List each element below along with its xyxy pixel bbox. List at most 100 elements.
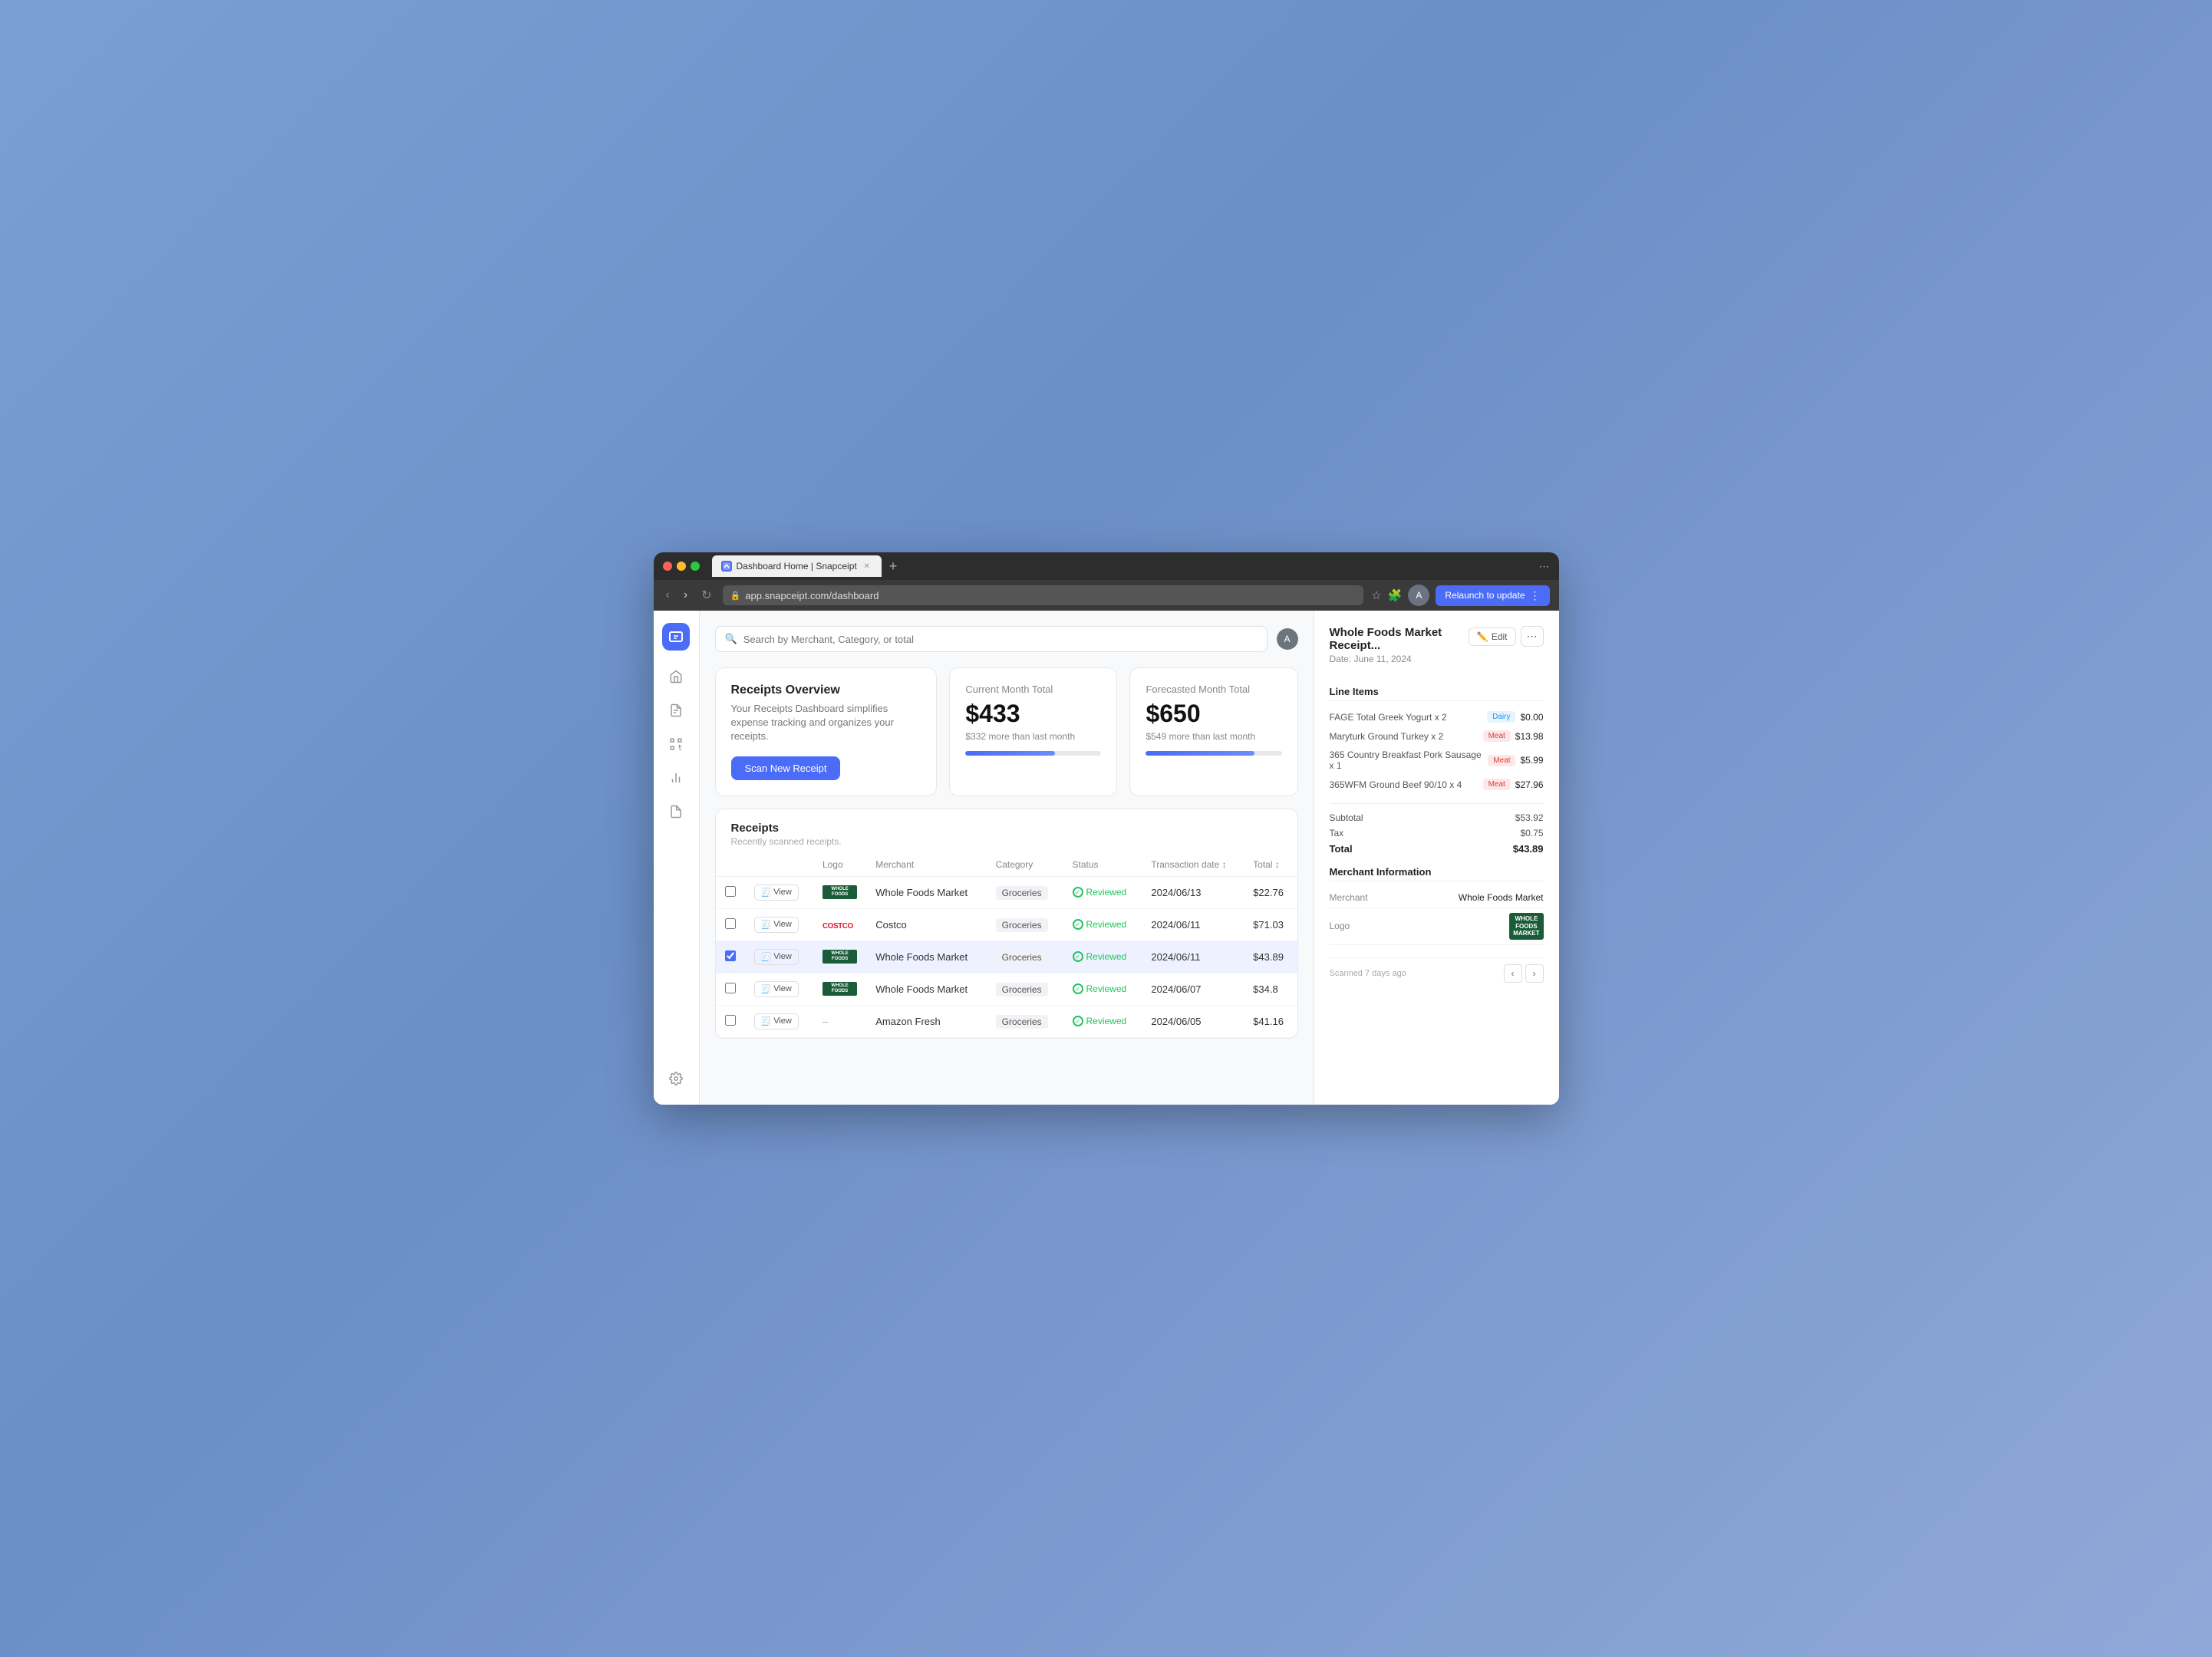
row-checkbox[interactable] [725, 950, 736, 961]
refresh-button[interactable]: ↻ [698, 586, 714, 604]
forecasted-month-sub: $549 more than last month [1146, 731, 1281, 742]
table-row: 🧾 View – Amazon Fresh Groceries ✓ Review… [716, 1005, 1297, 1037]
row-status-cell: ✓ Reviewed [1063, 908, 1142, 941]
row-date-cell: 2024/06/11 [1142, 908, 1244, 941]
line-item-tag: Meat [1483, 730, 1511, 742]
row-checkbox-cell[interactable] [716, 876, 745, 908]
back-button[interactable]: ‹ [663, 587, 673, 604]
row-logo-cell: – [813, 1005, 866, 1037]
row-checkbox[interactable] [725, 918, 736, 929]
address-input-bar[interactable]: 🔒 app.snapceipt.com/dashboard [723, 585, 1364, 605]
row-checkbox-cell[interactable] [716, 941, 745, 973]
category-badge: Groceries [996, 918, 1048, 932]
view-button[interactable]: 🧾 View [754, 917, 799, 933]
more-options-button[interactable]: ⋯ [1521, 626, 1544, 647]
col-status: Status [1063, 853, 1142, 877]
minimize-window-button[interactable] [677, 562, 686, 571]
tab-close-button[interactable]: ✕ [862, 561, 872, 572]
row-view-cell[interactable]: 🧾 View [745, 1005, 813, 1037]
row-view-cell[interactable]: 🧾 View [745, 973, 813, 1005]
status-icon: ✓ [1073, 1016, 1083, 1026]
view-button[interactable]: 🧾 View [754, 949, 799, 965]
no-logo: – [822, 1016, 828, 1027]
line-item-tag: Meat [1488, 755, 1515, 766]
user-avatar[interactable]: A [1277, 628, 1298, 650]
row-checkbox-cell[interactable] [716, 1005, 745, 1037]
receipt-panel-date: Date: June 11, 2024 [1330, 654, 1469, 664]
row-view-cell[interactable]: 🧾 View [745, 876, 813, 908]
subtotal-row: Subtotal $53.92 [1330, 810, 1544, 825]
receipt-icon: 🧾 [761, 888, 772, 898]
merchant-value: Whole Foods Market [1459, 892, 1544, 903]
lock-icon: 🔒 [730, 591, 741, 601]
forecasted-month-label: Forecasted Month Total [1146, 684, 1281, 695]
new-tab-button[interactable]: + [885, 558, 902, 575]
relaunch-button[interactable]: Relaunch to update ⋮ [1436, 585, 1549, 606]
close-window-button[interactable] [663, 562, 672, 571]
scan-new-receipt-button[interactable]: Scan New Receipt [731, 756, 841, 780]
row-merchant-cell: Whole Foods Market [866, 941, 986, 973]
view-button[interactable]: 🧾 View [754, 1013, 799, 1029]
status-reviewed: ✓ Reviewed [1073, 983, 1133, 994]
row-checkbox-cell[interactable] [716, 908, 745, 941]
edit-button[interactable]: ✏️ Edit [1469, 628, 1516, 646]
line-item-price: $5.99 [1520, 755, 1543, 766]
line-item-name: Maryturk Ground Turkey x 2 [1330, 731, 1479, 742]
status-icon: ✓ [1073, 919, 1083, 930]
row-checkbox[interactable] [725, 983, 736, 993]
line-item-tag: Meat [1483, 779, 1511, 790]
receipts-section: Receipts Recently scanned receipts. Logo… [715, 809, 1298, 1039]
merchant-logo-image: WHOLEFOODSMARKET [1509, 913, 1543, 940]
row-logo-cell: COSTCO [813, 908, 866, 941]
forward-button[interactable]: › [681, 587, 691, 604]
status-icon: ✓ [1073, 983, 1083, 994]
sidebar-logo[interactable] [662, 623, 690, 651]
maximize-window-button[interactable] [691, 562, 700, 571]
row-view-cell[interactable]: 🧾 View [745, 908, 813, 941]
row-total-cell: $34.8 [1244, 973, 1297, 1005]
total-value: $43.89 [1513, 843, 1544, 855]
extensions-icon[interactable]: 🧩 [1388, 588, 1403, 602]
table-header-row: Logo Merchant Category Status Transactio… [716, 853, 1297, 877]
sidebar-item-receipts[interactable] [662, 697, 690, 724]
cards-row: Receipts Overview Your Receipts Dashboar… [715, 667, 1298, 796]
panel-footer: Scanned 7 days ago ‹ › [1330, 957, 1544, 983]
search-input[interactable] [743, 634, 1258, 645]
sidebar-item-home[interactable] [662, 663, 690, 690]
status-reviewed: ✓ Reviewed [1073, 887, 1133, 898]
prev-receipt-button[interactable]: ‹ [1504, 964, 1522, 983]
star-icon[interactable]: ☆ [1371, 588, 1381, 602]
sidebar-item-scan[interactable] [662, 730, 690, 758]
merchant-info: Merchant Whole Foods Market Logo WHOLEFO… [1330, 888, 1544, 945]
receipt-panel-header: Whole Foods Market Receipt... Date: June… [1330, 626, 1544, 677]
wf-logo-icon: WHOLEFOODS [822, 982, 857, 996]
row-merchant-cell: Whole Foods Market [866, 876, 986, 908]
row-checkbox-cell[interactable] [716, 973, 745, 1005]
row-checkbox[interactable] [725, 886, 736, 897]
current-month-label: Current Month Total [965, 684, 1101, 695]
row-view-cell[interactable]: 🧾 View [745, 941, 813, 973]
search-bar[interactable]: 🔍 [715, 626, 1268, 652]
tab-bar: Dashboard Home | Snapceipt ✕ + [712, 555, 1533, 577]
row-checkbox[interactable] [725, 1015, 736, 1026]
row-date-cell: 2024/06/13 [1142, 876, 1244, 908]
traffic-lights [663, 562, 700, 571]
tax-row: Tax $0.75 [1330, 825, 1544, 841]
sidebar-item-analytics[interactable] [662, 764, 690, 792]
sidebar-item-documents[interactable] [662, 798, 690, 825]
view-button[interactable]: 🧾 View [754, 885, 799, 901]
browser-user-avatar[interactable]: A [1408, 585, 1429, 606]
next-receipt-button[interactable]: › [1525, 964, 1544, 983]
sidebar-item-settings[interactable] [662, 1065, 690, 1092]
current-month-sub: $332 more than last month [965, 731, 1101, 742]
view-button[interactable]: 🧾 View [754, 981, 799, 997]
active-tab[interactable]: Dashboard Home | Snapceipt ✕ [712, 555, 882, 577]
line-item-price: $0.00 [1520, 712, 1543, 723]
overview-description: Your Receipts Dashboard simplifies expen… [731, 702, 921, 744]
wf-logo-icon: WHOLEFOODS [822, 950, 857, 964]
line-item: 365 Country Breakfast Pork Sausage x 1 M… [1330, 746, 1544, 775]
row-logo-cell: WHOLEFOODS [813, 876, 866, 908]
tab-label: Dashboard Home | Snapceipt [737, 561, 857, 572]
row-status-cell: ✓ Reviewed [1063, 973, 1142, 1005]
row-date-cell: 2024/06/07 [1142, 973, 1244, 1005]
